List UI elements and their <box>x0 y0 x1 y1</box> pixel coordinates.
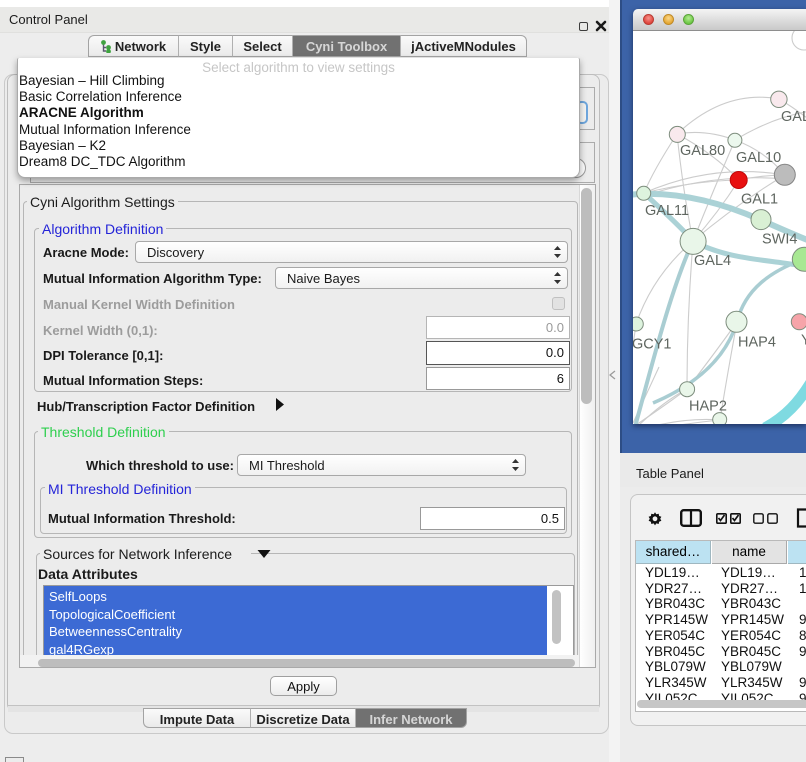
svg-text:GAL: GAL <box>781 109 806 125</box>
svg-text:GAL4: GAL4 <box>694 253 731 269</box>
svg-text:GAL80: GAL80 <box>680 143 725 159</box>
svg-text:HAP4: HAP4 <box>738 335 776 351</box>
svg-text:GAL10: GAL10 <box>736 150 781 166</box>
svg-text:GCY1: GCY1 <box>633 337 672 353</box>
svg-text:HAP2: HAP2 <box>689 399 727 415</box>
svg-text:Y: Y <box>801 332 806 348</box>
svg-text:SWI4: SWI4 <box>762 231 797 247</box>
svg-text:GAL1: GAL1 <box>741 192 778 208</box>
svg-text:GAL11: GAL11 <box>645 203 689 219</box>
